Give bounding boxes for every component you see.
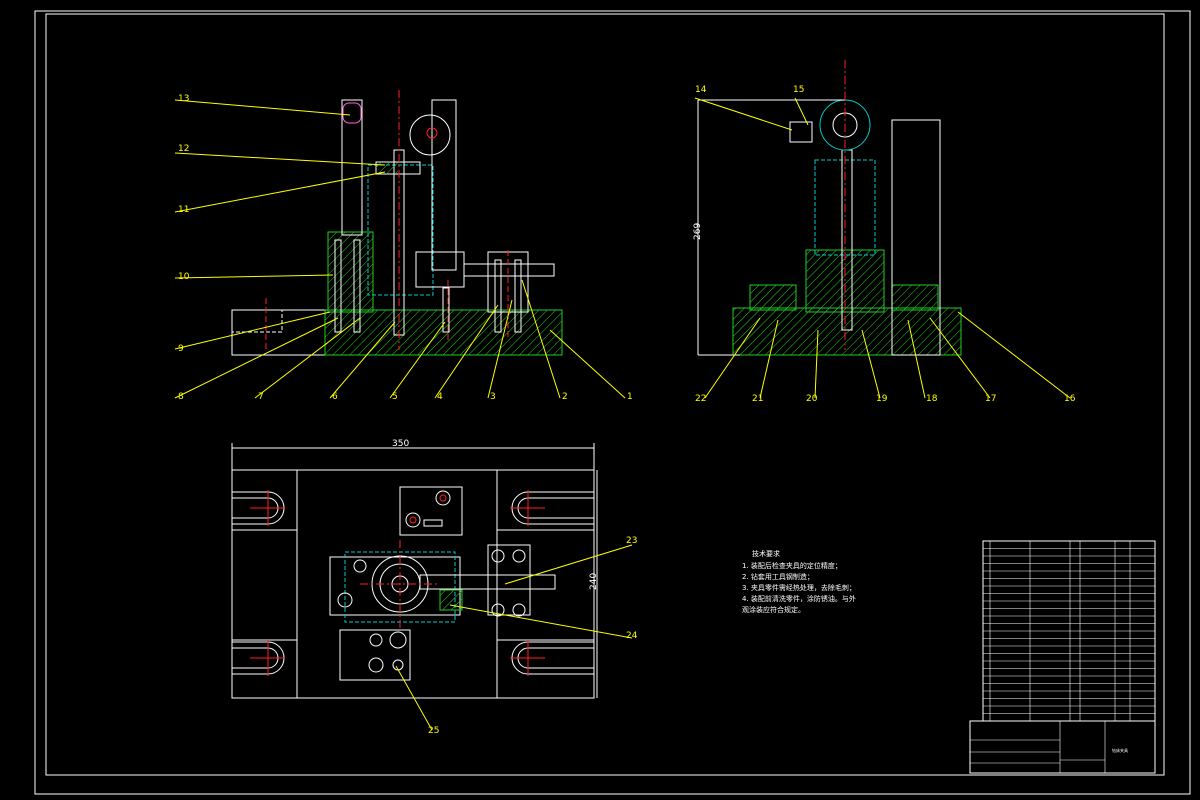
front-label-6: 6 <box>332 392 338 402</box>
front-label-11: 11 <box>178 205 189 215</box>
note-line-1: 1. 装配后检查夹具的定位精度； <box>742 561 842 570</box>
side-label-18: 18 <box>926 394 938 404</box>
side-label-19: 19 <box>876 394 888 404</box>
side-right-block <box>891 284 939 311</box>
top-height-dim: 240 <box>589 573 599 590</box>
front-label-2: 2 <box>562 392 568 402</box>
side-label-20: 20 <box>806 394 818 404</box>
side-label-21: 21 <box>752 394 763 404</box>
note-line-2: 2. 钻套用工具钢制造； <box>742 572 814 581</box>
side-label-22: 22 <box>695 394 706 404</box>
side-label-15: 15 <box>793 85 804 95</box>
clamp-nut-hatch <box>376 162 398 174</box>
notes-title: 技术要求 <box>752 549 780 558</box>
side-left-block <box>749 284 797 311</box>
front-label-1: 1 <box>627 392 633 402</box>
note-line-4: 4. 装配前清洗零件，涂防锈油。与外 <box>742 594 856 603</box>
front-label-10: 10 <box>178 272 190 282</box>
note-line-5: 观涂装应符合规定。 <box>742 605 805 614</box>
side-base <box>732 307 962 356</box>
side-label-14: 14 <box>695 85 707 95</box>
front-label-12: 12 <box>178 144 189 154</box>
top-label-25: 25 <box>428 726 439 736</box>
cad-drawing: 13 12 11 10 9 8 7 6 5 4 3 2 1 269 14 15 … <box>0 0 1200 800</box>
front-label-8: 8 <box>178 392 184 402</box>
top-label-23: 23 <box>626 536 637 546</box>
front-label-5: 5 <box>392 392 398 402</box>
drawing-canvas: 13 12 11 10 9 8 7 6 5 4 3 2 1 269 14 15 … <box>0 0 1200 800</box>
top-label-24: 24 <box>626 631 638 641</box>
drawing-title: 钻床夹具 <box>1112 747 1128 753</box>
side-height-dim: 269 <box>693 223 703 240</box>
top-width-dim: 350 <box>392 439 409 449</box>
side-label-16: 16 <box>1064 394 1076 404</box>
note-line-3: 3. 夹具零件需经热处理，去除毛刺； <box>742 583 856 592</box>
front-label-13: 13 <box>178 94 189 104</box>
front-label-4: 4 <box>437 392 443 402</box>
front-label-3: 3 <box>490 392 496 402</box>
front-label-9: 9 <box>178 344 184 354</box>
side-label-17: 17 <box>985 394 996 404</box>
front-label-7: 7 <box>258 392 264 402</box>
